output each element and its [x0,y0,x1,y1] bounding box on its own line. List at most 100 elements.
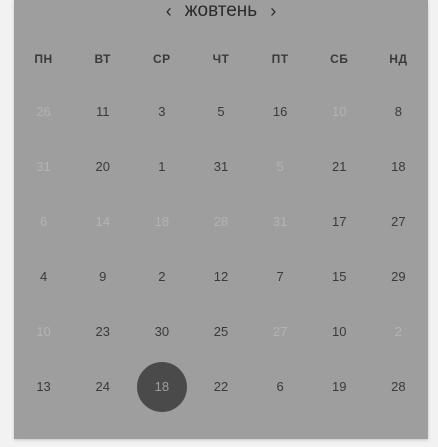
day-cell[interactable]: 31 [191,139,250,194]
day-cell[interactable]: 15 [310,249,369,304]
day-cell[interactable]: 22 [191,359,250,414]
weekday-wed: СР [153,52,171,66]
day-cell[interactable]: 19 [310,359,369,414]
day-cell[interactable]: 27 [251,304,310,359]
day-cell[interactable]: 27 [369,194,428,249]
day-cell-selected[interactable]: 18 [132,359,191,414]
day-cell[interactable]: 7 [251,249,310,304]
day-cell[interactable]: 13 [14,359,73,414]
day-cell[interactable]: 2 [132,249,191,304]
week-row: 31 20 1 31 5 21 18 [14,139,428,194]
day-cell[interactable]: 9 [73,249,132,304]
day-number: 3 [158,104,166,119]
day-number: 5 [217,104,225,119]
day-number: 5 [276,159,284,174]
day-grid: 26 11 3 5 16 10 8 31 20 1 31 5 21 18 6 14 18 28 31 17 27 4 9 2 1… [14,84,428,414]
day-number: 6 [39,214,48,229]
day-cell[interactable]: 12 [191,249,250,304]
month-label: жовтень [184,0,258,21]
day-cell[interactable]: 28 [369,359,428,414]
day-number: 18 [391,159,406,174]
day-number: 22 [213,379,229,394]
day-number: 27 [391,214,406,229]
day-number: 9 [99,269,107,284]
day-cell[interactable]: 3 [132,84,191,139]
day-cell[interactable]: 18 [369,139,428,194]
week-row: 10 23 30 25 27 10 2 [14,304,428,359]
day-number: 10 [332,104,347,119]
day-cell[interactable]: 21 [310,139,369,194]
weekday-header-row: ПН ВТ СР ЧТ ПТ СБ НД [14,52,428,72]
day-cell[interactable]: 10 [310,84,369,139]
weekday-tue: ВТ [94,52,111,66]
day-cell[interactable]: 11 [73,84,132,139]
week-row: 13 24 18 22 6 19 28 [14,359,428,414]
day-number: 13 [36,379,51,394]
day-number: 19 [332,379,347,394]
day-cell[interactable]: 28 [191,194,250,249]
day-number: 31 [272,214,288,229]
month-header: ‹ жовтень › [14,0,428,22]
day-number: 2 [158,269,166,284]
day-cell[interactable]: 1 [132,139,191,194]
day-number: 21 [332,159,347,174]
weekday-sat: СБ [330,52,349,66]
day-cell[interactable]: 26 [14,84,73,139]
day-cell[interactable]: 5 [191,84,250,139]
day-cell[interactable]: 10 [310,304,369,359]
day-number: 2 [394,324,403,339]
next-month-button[interactable]: › [261,2,285,20]
prev-month-button[interactable]: ‹ [157,2,181,20]
day-cell[interactable]: 29 [369,249,428,304]
day-number: 7 [276,269,284,284]
day-cell[interactable]: 23 [73,304,132,359]
day-number: 12 [213,269,229,284]
day-cell[interactable]: 6 [251,359,310,414]
day-cell[interactable]: 4 [14,249,73,304]
weekday-sun: НД [389,52,408,66]
day-number: 16 [272,104,288,119]
day-cell[interactable]: 31 [251,194,310,249]
day-cell[interactable]: 18 [132,194,191,249]
week-row: 4 9 2 12 7 15 29 [14,249,428,304]
day-number: 4 [39,269,48,284]
day-cell[interactable]: 20 [73,139,132,194]
week-row: 26 11 3 5 16 10 8 [14,84,428,139]
day-number: 1 [158,159,166,174]
day-number: 31 [36,159,51,174]
day-number: 11 [95,104,110,119]
day-number: 29 [391,269,406,284]
day-number: 10 [332,324,347,339]
weekday-thu: ЧТ [212,52,230,66]
day-number: 15 [332,269,347,284]
day-number: 26 [36,104,51,119]
day-number: 28 [391,379,406,394]
day-number: 23 [95,324,110,339]
day-number: 30 [154,324,170,339]
day-cell[interactable]: 16 [251,84,310,139]
day-cell[interactable]: 2 [369,304,428,359]
weekday-fri: ПТ [271,52,289,66]
day-number: 18 [154,214,170,229]
day-number: 25 [213,324,229,339]
day-cell[interactable]: 30 [132,304,191,359]
calendar-panel: ‹ жовтень › ПН ВТ СР ЧТ ПТ СБ НД 26 11 3 5 1… [14,0,428,439]
day-cell[interactable]: 5 [251,139,310,194]
day-number: 27 [272,324,288,339]
day-cell[interactable]: 24 [73,359,132,414]
day-cell[interactable]: 31 [14,139,73,194]
day-cell[interactable]: 6 [14,194,73,249]
day-number: 28 [213,214,229,229]
day-cell[interactable]: 17 [310,194,369,249]
day-number: 17 [332,214,347,229]
day-number: 20 [95,159,110,174]
day-cell[interactable]: 25 [191,304,250,359]
day-number: 18 [154,379,170,394]
day-number: 6 [276,379,284,394]
day-cell[interactable]: 14 [73,194,132,249]
week-row: 6 14 18 28 31 17 27 [14,194,428,249]
day-cell[interactable]: 10 [14,304,73,359]
day-number: 10 [36,324,51,339]
day-cell[interactable]: 8 [369,84,428,139]
day-number: 14 [95,214,110,229]
